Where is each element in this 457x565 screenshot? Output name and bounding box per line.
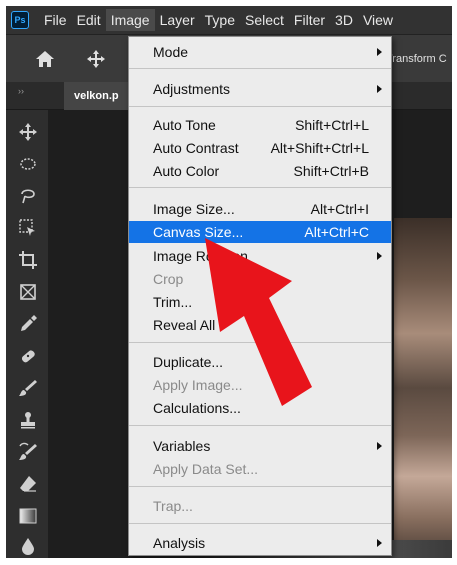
menu-separator <box>129 106 391 107</box>
menu-item-label: Adjustments <box>153 81 231 97</box>
history-brush-tool-icon[interactable] <box>18 442 40 464</box>
menu-item-label: Reveal All <box>153 317 216 333</box>
menu-item-trap[interactable]: Trap... <box>129 495 391 517</box>
submenu-arrow-icon <box>377 48 382 56</box>
menu-edit[interactable]: Edit <box>72 9 106 31</box>
move-icon[interactable] <box>86 49 106 69</box>
clone-stamp-tool-icon[interactable] <box>18 410 40 432</box>
tools-panel <box>6 110 48 558</box>
menu-item-label: Trap... <box>153 498 193 514</box>
menu-item-label: Crop <box>153 271 184 287</box>
home-icon[interactable] <box>34 49 56 69</box>
menu-item-label: Image Size... <box>153 201 235 217</box>
menu-item-shortcut: Shift+Ctrl+B <box>293 163 369 179</box>
menu-item-apply-image[interactable]: Apply Image... <box>129 374 391 396</box>
menu-item-label: Trim... <box>153 294 193 310</box>
menu-filter[interactable]: Filter <box>289 9 330 31</box>
gradient-tool-icon[interactable] <box>18 506 40 528</box>
menu-item-label: Analysis <box>153 535 206 551</box>
menu-select[interactable]: Select <box>240 9 289 31</box>
menu-item-trim[interactable]: Trim... <box>129 291 391 313</box>
menu-item-label: Auto Tone <box>153 117 216 133</box>
blur-tool-icon[interactable] <box>18 536 40 558</box>
object-select-tool-icon[interactable] <box>18 218 40 240</box>
menu-item-crop[interactable]: Crop <box>129 268 391 290</box>
crop-tool-icon[interactable] <box>18 250 40 272</box>
menu-separator <box>129 187 391 188</box>
menu-separator <box>129 342 391 343</box>
menu-item-duplicate[interactable]: Duplicate... <box>129 351 391 373</box>
healing-brush-tool-icon[interactable] <box>18 346 40 368</box>
menu-item-label: Duplicate... <box>153 354 224 370</box>
menu-item-shortcut: Alt+Ctrl+C <box>304 224 369 240</box>
menu-item-variables[interactable]: Variables <box>129 435 391 457</box>
menu-bar: Ps File Edit Image Layer Type Select Fil… <box>6 6 452 34</box>
menu-item-auto-color[interactable]: Auto Color Shift+Ctrl+B <box>129 160 391 182</box>
menu-item-label: Canvas Size... <box>153 224 244 240</box>
submenu-arrow-icon <box>377 252 382 260</box>
photoshop-logo-icon[interactable]: Ps <box>11 11 29 29</box>
menu-item-label: Apply Image... <box>153 377 243 393</box>
marquee-tool-icon[interactable] <box>18 154 40 176</box>
menu-separator <box>129 425 391 426</box>
menu-view[interactable]: View <box>358 9 398 31</box>
menu-item-shortcut: Alt+Ctrl+I <box>310 201 369 217</box>
transform-controls-label: Transform C <box>386 53 447 65</box>
menu-item-shortcut: Alt+Shift+Ctrl+L <box>270 140 369 156</box>
menu-item-image-rotation[interactable]: Image Rotation <box>129 245 391 267</box>
menu-item-analysis[interactable]: Analysis <box>129 532 391 554</box>
menu-item-label: Image Rotation <box>153 248 248 264</box>
menu-image[interactable]: Image <box>105 9 155 31</box>
menu-item-label: Auto Color <box>153 163 220 179</box>
menu-item-adjustments[interactable]: Adjustments <box>129 78 391 100</box>
document-tab[interactable]: velkon.p <box>64 82 128 110</box>
menu-item-label: Variables <box>153 438 211 454</box>
menu-item-image-size[interactable]: Image Size... Alt+Ctrl+I <box>129 198 391 220</box>
menu-item-auto-tone[interactable]: Auto Tone Shift+Ctrl+L <box>129 114 391 136</box>
photo-image <box>394 218 452 558</box>
menu-item-calculations[interactable]: Calculations... <box>129 397 391 419</box>
lasso-tool-icon[interactable] <box>18 186 40 208</box>
menu-item-apply-data-set[interactable]: Apply Data Set... <box>129 458 391 480</box>
eraser-tool-icon[interactable] <box>18 474 40 496</box>
menu-item-label: Apply Data Set... <box>153 461 259 477</box>
eyedropper-tool-icon[interactable] <box>18 314 40 336</box>
menu-item-label: Auto Contrast <box>153 140 239 156</box>
move-tool-icon[interactable] <box>18 122 40 144</box>
menu-item-reveal-all[interactable]: Reveal All <box>129 314 391 336</box>
menu-separator <box>129 523 391 524</box>
submenu-arrow-icon <box>377 539 382 547</box>
menu-file[interactable]: File <box>39 9 72 31</box>
menu-item-canvas-size[interactable]: Canvas Size... Alt+Ctrl+C <box>129 221 391 243</box>
menu-type[interactable]: Type <box>200 9 240 31</box>
menu-item-auto-contrast[interactable]: Auto Contrast Alt+Shift+Ctrl+L <box>129 137 391 159</box>
submenu-arrow-icon <box>377 442 382 450</box>
submenu-arrow-icon <box>377 85 382 93</box>
menu-item-label: Mode <box>153 44 189 60</box>
photoshop-window: Ps File Edit Image Layer Type Select Fil… <box>6 6 452 558</box>
frame-tool-icon[interactable] <box>18 282 40 304</box>
image-menu-dropdown: Mode Adjustments Auto Tone Shift+Ctrl+L … <box>128 36 392 556</box>
menu-item-mode[interactable]: Mode <box>129 41 391 63</box>
collapse-panel-icon[interactable]: ›› <box>18 86 24 96</box>
brush-tool-icon[interactable] <box>18 378 40 400</box>
menu-separator <box>129 68 391 69</box>
menu-item-shortcut: Shift+Ctrl+L <box>295 117 369 133</box>
menu-item-label: Calculations... <box>153 400 241 416</box>
menu-layer[interactable]: Layer <box>155 9 200 31</box>
menu-3d[interactable]: 3D <box>330 9 358 31</box>
menu-separator <box>129 486 391 487</box>
